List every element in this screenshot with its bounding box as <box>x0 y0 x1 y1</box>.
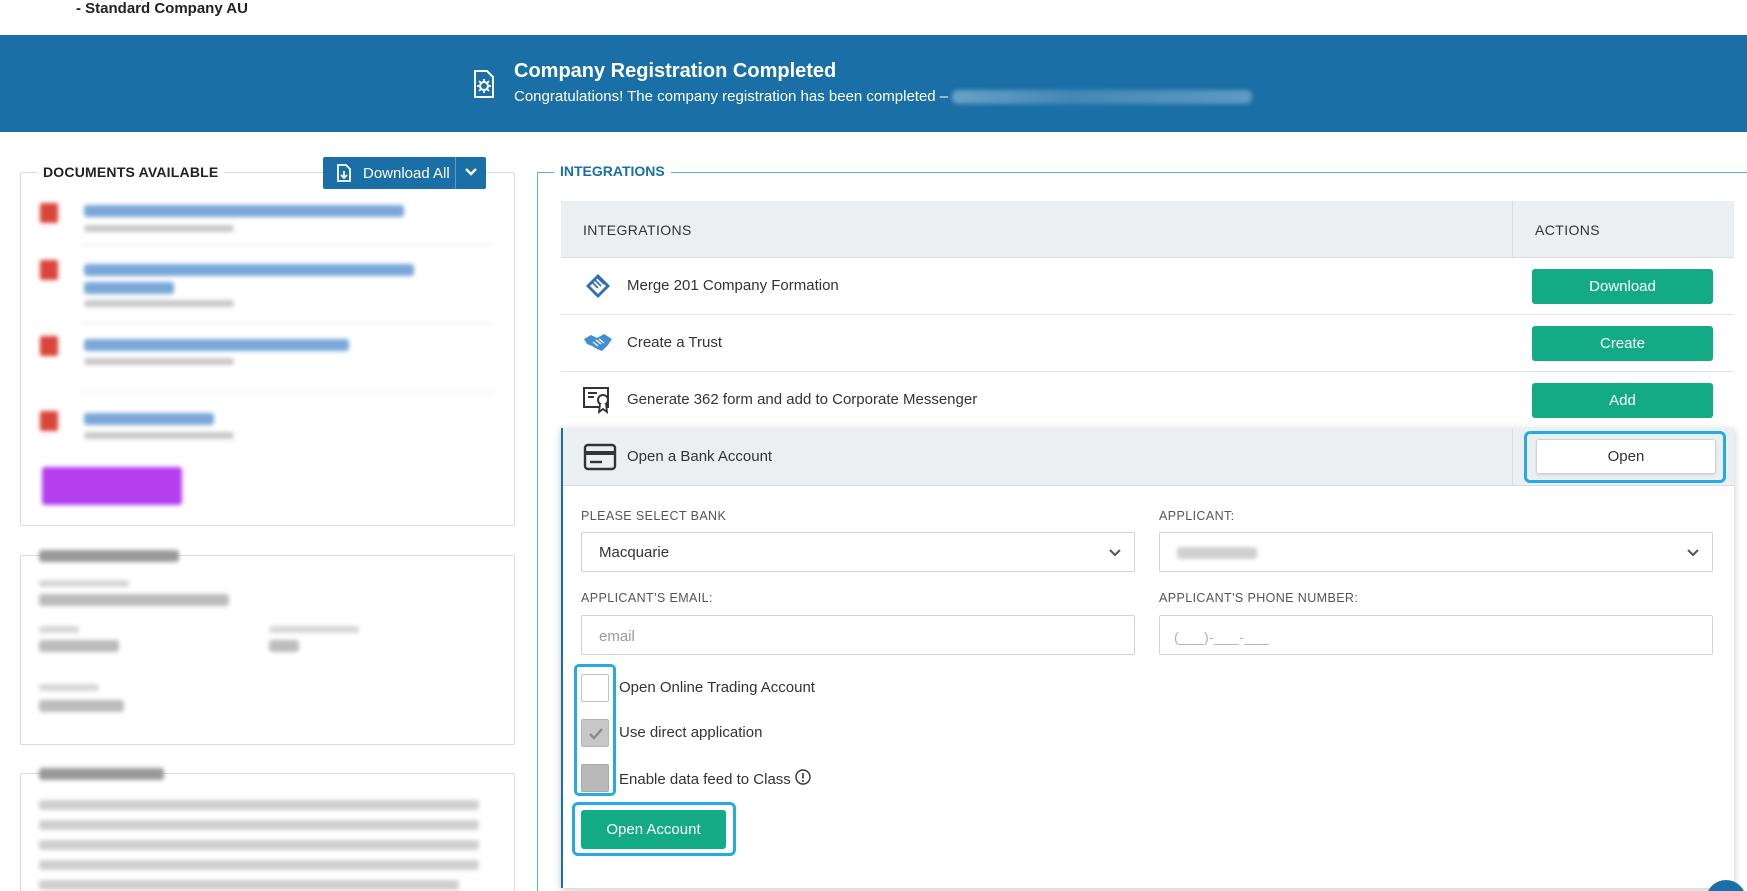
bank-select-value: Macquarie <box>599 544 670 561</box>
notice-text <box>39 880 459 890</box>
document-item[interactable] <box>40 334 494 394</box>
document-link[interactable] <box>84 205 404 217</box>
online-trading-label: Open Online Trading Account <box>619 679 815 696</box>
field-label <box>269 626 359 633</box>
document-meta <box>84 358 234 365</box>
phone-field[interactable]: (___)-___-___ <box>1159 615 1713 655</box>
notice-legend <box>39 768 164 780</box>
field-value <box>39 640 119 652</box>
banner-subtitle: Congratulations! The company registratio… <box>514 88 1253 105</box>
column-header-integrations: INTEGRATIONS <box>583 222 692 238</box>
redacted-applicant-name <box>1177 547 1257 559</box>
download-file-icon <box>337 164 351 182</box>
applicant-select[interactable] <box>1159 532 1713 572</box>
notice-panel <box>20 768 515 891</box>
add-button[interactable]: Add <box>1532 383 1713 418</box>
email-placeholder: email <box>599 628 635 645</box>
bank-account-card: Open a Bank Account Open PLEASE SELECT B… <box>561 428 1734 888</box>
applicant-label: APPLICANT: <box>1159 509 1235 523</box>
documents-legend: DOCUMENTS AVAILABLE <box>37 164 225 180</box>
notice-text <box>39 860 479 870</box>
field-value <box>39 700 124 712</box>
integration-label: Merge 201 Company Formation <box>627 277 839 294</box>
document-meta <box>84 300 234 307</box>
phone-label: APPLICANT'S PHONE NUMBER: <box>1159 591 1359 605</box>
open-button[interactable]: Open <box>1536 439 1716 474</box>
field-label <box>39 626 79 633</box>
pdf-icon <box>40 203 58 223</box>
divider <box>80 245 494 246</box>
document-meta <box>84 225 234 232</box>
document-link[interactable] <box>84 339 349 351</box>
banner-title: Company Registration Completed <box>514 60 837 82</box>
pdf-icon <box>40 336 58 356</box>
integration-label: Create a Trust <box>627 334 723 351</box>
checkmark-icon <box>589 728 603 740</box>
company-details-legend <box>39 550 179 562</box>
direct-application-checkbox[interactable] <box>581 719 609 747</box>
data-feed-checkbox[interactable] <box>581 764 609 792</box>
create-button[interactable]: Create <box>1532 326 1713 361</box>
direct-application-label: Use direct application <box>619 724 763 741</box>
merge-logo-icon <box>586 274 610 298</box>
download-all-label: Download All <box>363 164 450 182</box>
integrations-legend: INTEGRATIONS <box>554 163 671 179</box>
table-header: INTEGRATIONS ACTIONS <box>561 201 1734 258</box>
field-value <box>39 594 229 606</box>
field-label <box>39 580 129 587</box>
add-document-button[interactable] <box>42 467 182 505</box>
pdf-icon <box>40 411 58 431</box>
button-divider <box>455 157 456 189</box>
field-value <box>269 640 299 652</box>
notice-text <box>39 820 479 830</box>
column-divider <box>1512 428 1513 486</box>
certificate-icon <box>583 387 609 414</box>
notice-text <box>39 840 479 850</box>
document-gear-icon <box>474 70 494 98</box>
redacted-company-name <box>952 90 1253 105</box>
handshake-icon <box>584 334 612 351</box>
phone-placeholder: (___)-___-___ <box>1174 629 1270 645</box>
open-account-button[interactable]: Open Account <box>581 810 726 849</box>
select-bank-label: PLEASE SELECT BANK <box>581 509 727 523</box>
document-item[interactable] <box>40 409 490 449</box>
field-label <box>39 684 99 691</box>
chevron-down-icon[interactable] <box>464 165 478 179</box>
notice-text <box>39 800 479 810</box>
integration-label: Generate 362 form and add to Corporate M… <box>627 391 978 408</box>
document-link[interactable] <box>84 413 214 425</box>
table-row: Generate 362 form and add to Corporate M… <box>561 372 1734 429</box>
document-link[interactable] <box>84 282 174 294</box>
chevron-down-icon <box>1687 549 1699 557</box>
bank-account-row: Open a Bank Account Open <box>563 428 1734 486</box>
bank-account-label: Open a Bank Account <box>627 448 773 465</box>
email-field[interactable]: email <box>581 615 1135 655</box>
online-trading-checkbox[interactable] <box>581 674 609 702</box>
company-type-label: - Standard Company AU <box>76 0 248 17</box>
document-item[interactable] <box>40 201 494 261</box>
table-row: Merge 201 Company Formation Download <box>561 258 1734 315</box>
column-header-actions: ACTIONS <box>1535 222 1601 238</box>
info-icon[interactable] <box>795 769 811 785</box>
divider <box>80 322 494 323</box>
pdf-icon <box>40 260 58 280</box>
document-item[interactable] <box>40 258 494 338</box>
divider <box>80 392 494 393</box>
completion-banner: Company Registration Completed Congratul… <box>0 35 1747 132</box>
company-details-panel <box>20 550 515 745</box>
document-meta <box>84 432 234 439</box>
data-feed-label: Enable data feed to Class <box>619 771 791 788</box>
document-link[interactable] <box>84 264 414 276</box>
bank-select[interactable]: Macquarie <box>581 532 1135 572</box>
credit-card-icon <box>583 443 617 471</box>
chevron-down-icon <box>1109 549 1121 557</box>
download-all-button[interactable]: Download All <box>323 157 486 189</box>
download-button[interactable]: Download <box>1532 269 1713 304</box>
table-row: Create a Trust Create <box>561 315 1734 372</box>
email-label: APPLICANT'S EMAIL: <box>581 591 713 605</box>
